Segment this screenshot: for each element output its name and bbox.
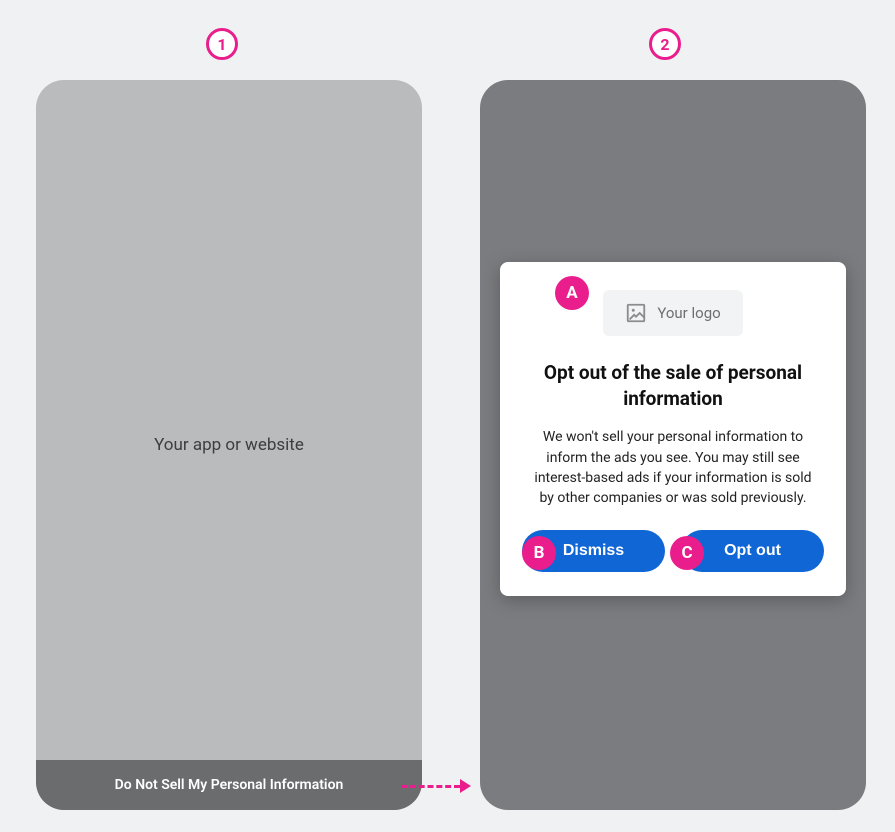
diagram-stage: 1 2 Your app or website Do Not Sell My P… [0, 0, 895, 832]
step-badge-2: 2 [649, 28, 681, 60]
arrow-line [401, 785, 460, 788]
annotation-label: C [681, 543, 692, 563]
footer-bar[interactable]: Do Not Sell My Personal Information [36, 760, 422, 810]
annotation-b: B [522, 536, 556, 570]
annotation-a: A [555, 276, 589, 310]
screen-1-body: Your app or website [36, 80, 422, 810]
step-badge-1: 1 [206, 28, 238, 60]
screen-1: Your app or website Do Not Sell My Perso… [36, 80, 422, 810]
annotation-label: A [566, 283, 577, 303]
do-not-sell-link[interactable]: Do Not Sell My Personal Information [115, 777, 344, 793]
arrow-head-icon [460, 779, 471, 793]
modal-title: Opt out of the sale of personal informat… [522, 360, 824, 411]
image-placeholder-icon [625, 302, 647, 324]
annotation-c: C [670, 536, 704, 570]
screen-2: A B C Your logo Opt out of the sale of p… [480, 80, 866, 810]
logo-placeholder-text: Your logo [657, 304, 720, 322]
modal-body-text: We won't sell your personal information … [522, 427, 824, 508]
step-number: 2 [660, 35, 669, 54]
app-placeholder-text: Your app or website [154, 435, 304, 455]
flow-arrow [401, 776, 471, 796]
logo-placeholder-slot: Your logo [603, 290, 742, 336]
step-number: 1 [217, 35, 226, 54]
annotation-label: B [534, 543, 545, 563]
